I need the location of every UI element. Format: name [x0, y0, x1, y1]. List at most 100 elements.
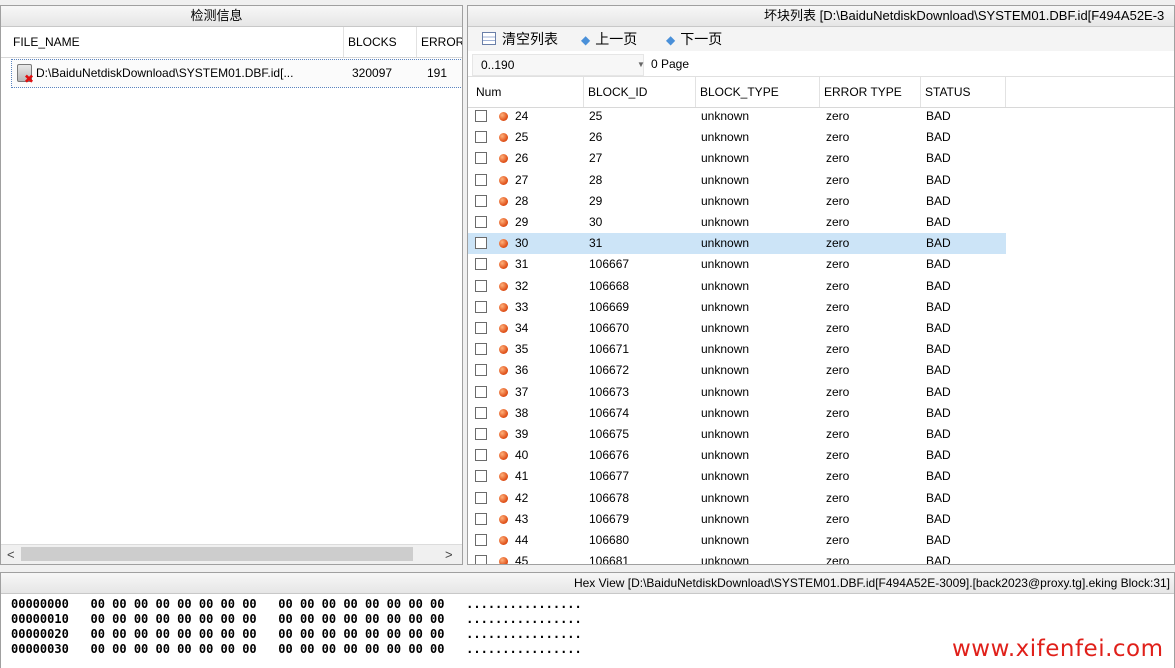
status-dot-icon: [499, 514, 508, 524]
block-type-cell: unknown: [701, 257, 750, 272]
status-cell: BAD: [926, 469, 951, 484]
table-row[interactable]: 32 106668 unknown zero BAD: [468, 276, 1006, 297]
toolbar: 清空列表 ◆ 上一页 ◆ 下一页: [468, 27, 1174, 52]
row-checkbox[interactable]: [475, 555, 487, 564]
table-row[interactable]: 38 106674 unknown zero BAD: [468, 403, 1006, 424]
table-row[interactable]: 31 106667 unknown zero BAD: [468, 254, 1006, 275]
scroll-left-arrow[interactable]: <: [7, 547, 15, 562]
column-errors[interactable]: ERRORS: [417, 27, 462, 57]
status-dot-icon: [499, 557, 508, 564]
row-checkbox[interactable]: [475, 343, 487, 356]
status-dot-icon: [499, 536, 508, 545]
row-checkbox[interactable]: [475, 406, 487, 419]
detection-info-title: 检测信息: [1, 6, 462, 27]
table-row[interactable]: 41 106677 unknown zero BAD: [468, 466, 1006, 487]
bad-block-panel: 坏块列表 [D:\BaiduNetdiskDownload\SYSTEM01.D…: [467, 5, 1175, 565]
row-checkbox[interactable]: [475, 385, 487, 398]
column-num[interactable]: Num: [472, 77, 584, 107]
row-checkbox[interactable]: [475, 279, 487, 292]
error-mark-icon: ✖: [24, 72, 35, 86]
scrollbar-thumb[interactable]: [21, 547, 413, 561]
row-checkbox[interactable]: [475, 364, 487, 377]
clear-list-button[interactable]: 清空列表: [482, 27, 558, 51]
hex-line: 00000020 00 00 00 00 00 00 00 00 00 00 0…: [11, 627, 582, 641]
error-type-cell: zero: [826, 278, 850, 293]
error-type-cell: zero: [826, 257, 850, 272]
error-type-cell: zero: [826, 405, 850, 420]
prev-page-button[interactable]: ◆ 上一页: [581, 27, 637, 52]
status-cell: BAD: [926, 257, 951, 272]
table-row[interactable]: 34 106670 unknown zero BAD: [468, 318, 1006, 339]
row-checkbox[interactable]: [475, 428, 487, 440]
column-blocks[interactable]: BLOCKS: [344, 27, 417, 57]
hex-line: 00000000 00 00 00 00 00 00 00 00 00 00 0…: [11, 597, 582, 611]
num-cell: 28: [515, 193, 529, 208]
table-row[interactable]: 26 27 unknown zero BAD: [468, 148, 1006, 169]
num-cell: 27: [515, 172, 529, 187]
num-cell: 24: [515, 109, 529, 123]
table-row[interactable]: 30 31 unknown zero BAD: [468, 233, 1006, 255]
status-cell: BAD: [926, 554, 951, 564]
table-row[interactable]: 33 106669 unknown zero BAD: [468, 297, 1006, 318]
status-cell: BAD: [926, 384, 951, 399]
range-select[interactable]: 0..190 ▼: [472, 54, 645, 76]
column-error-type[interactable]: ERROR TYPE: [820, 77, 921, 107]
column-file-name[interactable]: FILE_NAME: [9, 27, 344, 57]
status-dot-icon: [499, 218, 508, 227]
table-row[interactable]: 40 106676 unknown zero BAD: [468, 445, 1006, 466]
table-row[interactable]: 36 106672 unknown zero BAD: [468, 360, 1006, 381]
table-row[interactable]: 44 106680 unknown zero BAD: [468, 530, 1006, 551]
scroll-right-arrow[interactable]: >: [445, 547, 453, 562]
table-row[interactable]: 25 26 unknown zero BAD: [468, 127, 1006, 148]
row-checkbox[interactable]: [475, 173, 487, 186]
table-row[interactable]: 29 30 unknown zero BAD: [468, 212, 1006, 233]
next-page-button[interactable]: ◆ 下一页: [666, 27, 722, 52]
block-id-cell: 106674: [589, 405, 630, 420]
num-cell: 29: [515, 215, 529, 229]
row-checkbox[interactable]: [475, 491, 487, 504]
table-row[interactable]: 37 106673 unknown zero BAD: [468, 382, 1006, 403]
block-type-cell: unknown: [701, 511, 750, 526]
row-checkbox[interactable]: [475, 194, 487, 207]
table-row[interactable]: 42 106678 unknown zero BAD: [468, 488, 1006, 509]
row-checkbox[interactable]: [475, 449, 487, 462]
horizontal-scrollbar[interactable]: < >: [1, 544, 462, 564]
block-type-cell: unknown: [701, 490, 750, 505]
row-checkbox[interactable]: [475, 512, 487, 525]
row-checkbox[interactable]: [475, 322, 487, 334]
file-row[interactable]: ✖ D:\BaiduNetdiskDownload\SYSTEM01.DBF.i…: [11, 59, 462, 88]
table-row[interactable]: 45 106681 unknown zero BAD: [468, 551, 1006, 564]
column-block-id[interactable]: BLOCK_ID: [584, 77, 696, 107]
column-block-type[interactable]: BLOCK_TYPE: [696, 77, 820, 107]
table-row[interactable]: 35 106671 unknown zero BAD: [468, 339, 1006, 360]
row-checkbox[interactable]: [475, 131, 487, 144]
row-checkbox[interactable]: [475, 110, 487, 122]
table-row[interactable]: 39 106675 unknown zero BAD: [468, 424, 1006, 445]
row-checkbox[interactable]: [475, 258, 487, 271]
status-dot-icon: [499, 196, 508, 206]
error-type-cell: zero: [826, 448, 850, 463]
row-checkbox[interactable]: [475, 152, 487, 165]
num-cell: 37: [515, 384, 529, 399]
block-type-cell: unknown: [701, 342, 750, 357]
status-cell: BAD: [926, 193, 951, 208]
block-id-cell: 106669: [589, 299, 630, 314]
error-type-cell: zero: [826, 554, 850, 564]
blocks-cell: 320097: [352, 66, 393, 80]
table-row[interactable]: 27 28 unknown zero BAD: [468, 170, 1006, 191]
status-dot-icon: [499, 302, 508, 312]
error-type-cell: zero: [826, 384, 850, 399]
row-checkbox[interactable]: [475, 534, 487, 546]
table-row[interactable]: 43 106679 unknown zero BAD: [468, 509, 1006, 530]
column-status[interactable]: STATUS: [921, 77, 1006, 107]
row-checkbox[interactable]: [475, 216, 487, 228]
status-dot-icon: [499, 408, 508, 418]
row-checkbox[interactable]: [475, 237, 487, 250]
block-id-cell: 106677: [589, 469, 630, 484]
error-type-cell: zero: [826, 321, 850, 335]
row-checkbox[interactable]: [475, 300, 487, 313]
error-type-cell: zero: [826, 109, 850, 123]
row-checkbox[interactable]: [475, 470, 487, 483]
table-row[interactable]: 24 25 unknown zero BAD: [468, 106, 1006, 127]
table-row[interactable]: 28 29 unknown zero BAD: [468, 191, 1006, 212]
